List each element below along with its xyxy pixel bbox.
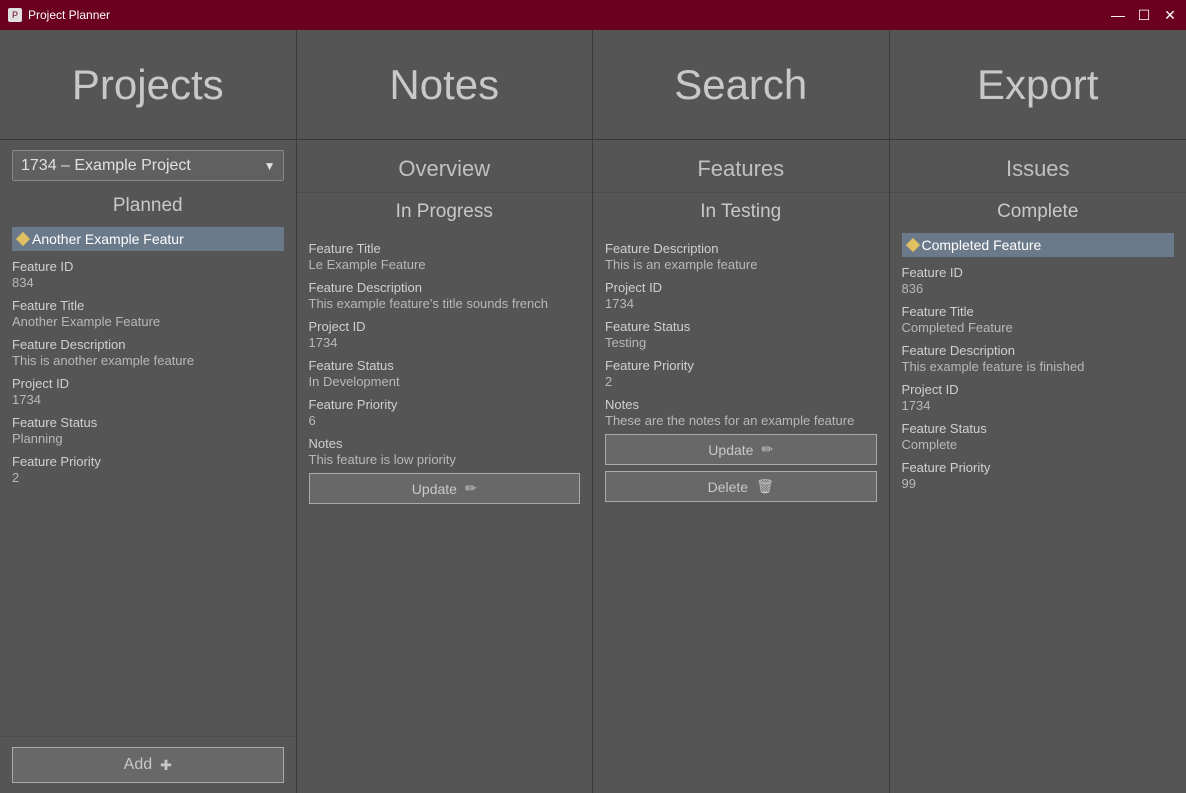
app-title: Project Planner [28,8,110,22]
list-item: Feature Description This is an example f… [605,241,877,502]
field-value: 834 [12,275,284,290]
diamond-icon [16,232,30,246]
field-label: Feature Priority [12,454,284,469]
delete-label: Delete [708,479,748,495]
nav-notes[interactable]: Notes [297,30,594,139]
complete-feature-list: Completed Feature Feature ID 836 Feature… [890,227,1186,793]
field-value: 836 [902,281,1175,296]
field-label: Feature Status [309,358,581,373]
field-value: In Development [309,374,581,389]
feature-selected-header[interactable]: Completed Feature [902,233,1175,257]
list-item: Feature ID 834 Feature Title Another Exa… [12,259,284,485]
maximize-button[interactable]: ☐ [1136,7,1152,24]
field-value: This is an example feature [605,257,877,272]
field-label: Feature Status [902,421,1175,436]
delete-button[interactable]: Delete 🗑 [605,471,877,502]
update-label: Update [708,442,753,458]
field-value: Le Example Feature [309,257,581,272]
field-label: Feature Priority [902,460,1175,475]
field-label: Feature Priority [605,358,877,373]
field-label: Feature Title [12,298,284,313]
close-button[interactable]: ✕ [1162,7,1178,24]
plus-icon: ✚ [160,757,172,774]
field-label: Feature Description [309,280,581,295]
status-in-testing: In Testing [593,193,889,227]
field-label: Project ID [12,376,284,391]
field-label: Project ID [902,382,1175,397]
field-label: Feature Description [12,337,284,352]
diamond-icon [905,238,919,252]
field-value: 6 [309,413,581,428]
status-in-progress: In Progress [297,193,593,227]
field-value: This example feature is finished [902,359,1175,374]
edit-icon: ✏ [465,480,477,497]
edit-icon: ✏ [761,441,773,458]
project-select-wrapper: 1734 – Example Project [0,140,296,187]
feature-selected-title: Another Example Featur [32,231,184,247]
update-button[interactable]: Update ✏ [605,434,877,465]
field-label: Feature Description [902,343,1175,358]
field-label: Project ID [605,280,877,295]
nav-export[interactable]: Export [890,30,1186,139]
nav-search[interactable]: Search [593,30,890,139]
list-item: Feature Title Le Example Feature Feature… [309,241,581,504]
field-label: Feature Status [12,415,284,430]
field-value: 1734 [309,335,581,350]
field-value: 1734 [902,398,1175,413]
add-button[interactable]: Add ✚ [12,747,284,783]
minimize-button[interactable]: — [1110,7,1126,24]
field-value: 99 [902,476,1175,491]
field-value: These are the notes for an example featu… [605,413,877,428]
field-value: 1734 [605,296,877,311]
col3-header: Features [593,140,889,193]
update-label: Update [412,481,457,497]
field-value: 2 [12,470,284,485]
update-button[interactable]: Update ✏ [309,473,581,504]
field-label: Feature ID [902,265,1175,280]
add-button-label: Add [124,756,152,774]
project-select[interactable]: 1734 – Example Project [12,150,284,181]
in-progress-feature-list: Feature Title Le Example Feature Feature… [297,227,593,793]
planned-feature-list: Another Example Featur Feature ID 834 Fe… [0,221,296,736]
field-value: This feature is low priority [309,452,581,467]
field-label: Notes [309,436,581,451]
field-value: 2 [605,374,877,389]
add-button-wrapper: Add ✚ [0,736,296,793]
window-controls[interactable]: — ☐ ✕ [1110,7,1178,24]
field-value: Planning [12,431,284,446]
status-planned: Planned [0,187,296,221]
feature-selected-title: Completed Feature [922,237,1042,253]
list-item: Feature ID 836 Feature Title Completed F… [902,265,1175,491]
titlebar: P Project Planner — ☐ ✕ [0,0,1186,30]
status-complete: Complete [890,193,1186,227]
field-value: Completed Feature [902,320,1175,335]
field-label: Feature Title [902,304,1175,319]
field-label: Feature Title [309,241,581,256]
col4-header: Issues [890,140,1186,193]
in-testing-feature-list: Feature Description This is an example f… [593,227,889,793]
top-nav: Projects Notes Search Export [0,30,1186,140]
column-overview: Overview In Progress Feature Title Le Ex… [297,140,594,793]
field-value: Complete [902,437,1175,452]
field-value: Another Example Feature [12,314,284,329]
field-label: Feature Description [605,241,877,256]
main-content: 1734 – Example Project Planned Another E… [0,140,1186,793]
field-value: 1734 [12,392,284,407]
field-label: Feature Status [605,319,877,334]
trash-icon: 🗑 [756,478,774,495]
field-label: Notes [605,397,877,412]
column-issues: Issues Complete Completed Feature Featur… [890,140,1186,793]
nav-projects[interactable]: Projects [0,30,297,139]
field-value: Testing [605,335,877,350]
field-label: Project ID [309,319,581,334]
field-value: This example feature's title sounds fren… [309,296,581,311]
column-features: Features In Testing Feature Description … [593,140,890,793]
field-label: Feature Priority [309,397,581,412]
feature-selected-header[interactable]: Another Example Featur [12,227,284,251]
col2-header: Overview [297,140,593,193]
column-projects: 1734 – Example Project Planned Another E… [0,140,297,793]
app-icon: P [8,8,22,22]
field-value: This is another example feature [12,353,284,368]
field-label: Feature ID [12,259,284,274]
